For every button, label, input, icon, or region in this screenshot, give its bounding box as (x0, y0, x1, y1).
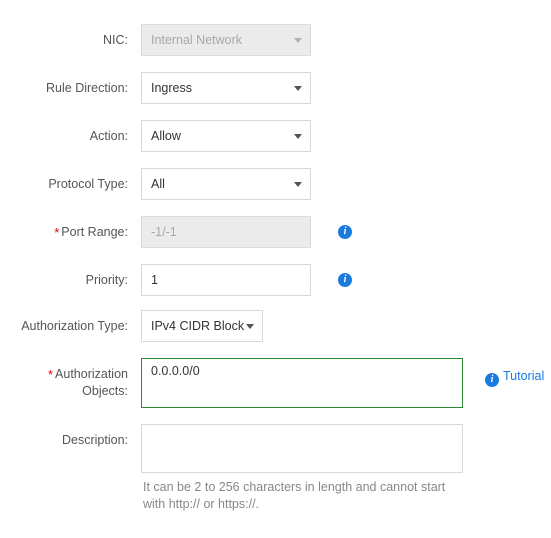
chevron-down-icon (246, 324, 254, 329)
label-nic: NIC: (0, 32, 128, 48)
priority-input[interactable]: 1 (141, 264, 311, 296)
info-icon-glyph: i (343, 274, 347, 285)
label-nic-text: NIC: (103, 33, 128, 47)
chevron-down-icon (294, 38, 302, 43)
label-action: Action: (0, 128, 128, 144)
nic-select-value: Internal Network (151, 33, 243, 47)
protocol-type-select-value: All (151, 177, 165, 191)
tutorial-link-text: Tutorial (503, 369, 545, 383)
label-authorization-type: Authorization Type: (0, 318, 128, 334)
info-icon-port-range[interactable]: i (338, 225, 352, 239)
chevron-down-icon (294, 134, 302, 139)
required-asterisk: * (54, 225, 60, 240)
label-port-range-text: Port Range: (61, 225, 128, 239)
rule-direction-select[interactable]: Ingress (141, 72, 311, 104)
chevron-down-icon (294, 182, 302, 187)
authorization-objects-input-value: 0.0.0.0/0 (151, 364, 200, 378)
label-authorization-type-text: Authorization Type: (21, 319, 128, 333)
action-select-value: Allow (151, 129, 181, 143)
info-icon-glyph: i (343, 226, 347, 237)
protocol-type-select[interactable]: All (141, 168, 311, 200)
description-textarea[interactable] (141, 424, 463, 473)
label-description: Description: (0, 432, 128, 448)
priority-input-value: 1 (151, 273, 158, 287)
authorization-type-select[interactable]: IPv4 CIDR Block (141, 310, 263, 342)
label-authorization-objects-line2: Objects: (82, 384, 128, 398)
label-port-range: * Port Range: (0, 224, 128, 241)
authorization-type-select-value: IPv4 CIDR Block (151, 319, 245, 333)
label-rule-direction: Rule Direction: (0, 80, 128, 96)
required-asterisk: * (47, 367, 54, 382)
port-range-input-value: -1/-1 (151, 225, 177, 239)
description-hint: It can be 2 to 256 characters in length … (143, 480, 446, 511)
port-range-input[interactable]: -1/-1 (141, 216, 311, 248)
info-icon-tutorial: i (485, 373, 499, 387)
security-group-rule-form: NIC: Internal Network Rule Direction: In… (0, 0, 551, 538)
nic-select[interactable]: Internal Network (141, 24, 311, 56)
label-authorization-objects: * Authorization Objects: (0, 366, 128, 399)
tutorial-link[interactable]: i Tutorial (485, 369, 545, 387)
label-rule-direction-text: Rule Direction: (46, 81, 128, 95)
label-action-text: Action: (89, 129, 128, 143)
label-priority: Priority: (0, 272, 128, 288)
rule-direction-select-value: Ingress (151, 81, 192, 95)
info-icon-priority[interactable]: i (338, 273, 352, 287)
label-description-text: Description: (62, 433, 128, 447)
label-protocol-type: Protocol Type: (0, 176, 128, 192)
label-priority-text: Priority: (85, 273, 128, 287)
authorization-objects-input[interactable]: 0.0.0.0/0 (141, 358, 463, 408)
label-authorization-objects-line1: Authorization (55, 367, 128, 381)
action-select[interactable]: Allow (141, 120, 311, 152)
chevron-down-icon (294, 86, 302, 91)
info-icon-glyph: i (490, 374, 494, 385)
label-protocol-type-text: Protocol Type: (48, 177, 128, 191)
